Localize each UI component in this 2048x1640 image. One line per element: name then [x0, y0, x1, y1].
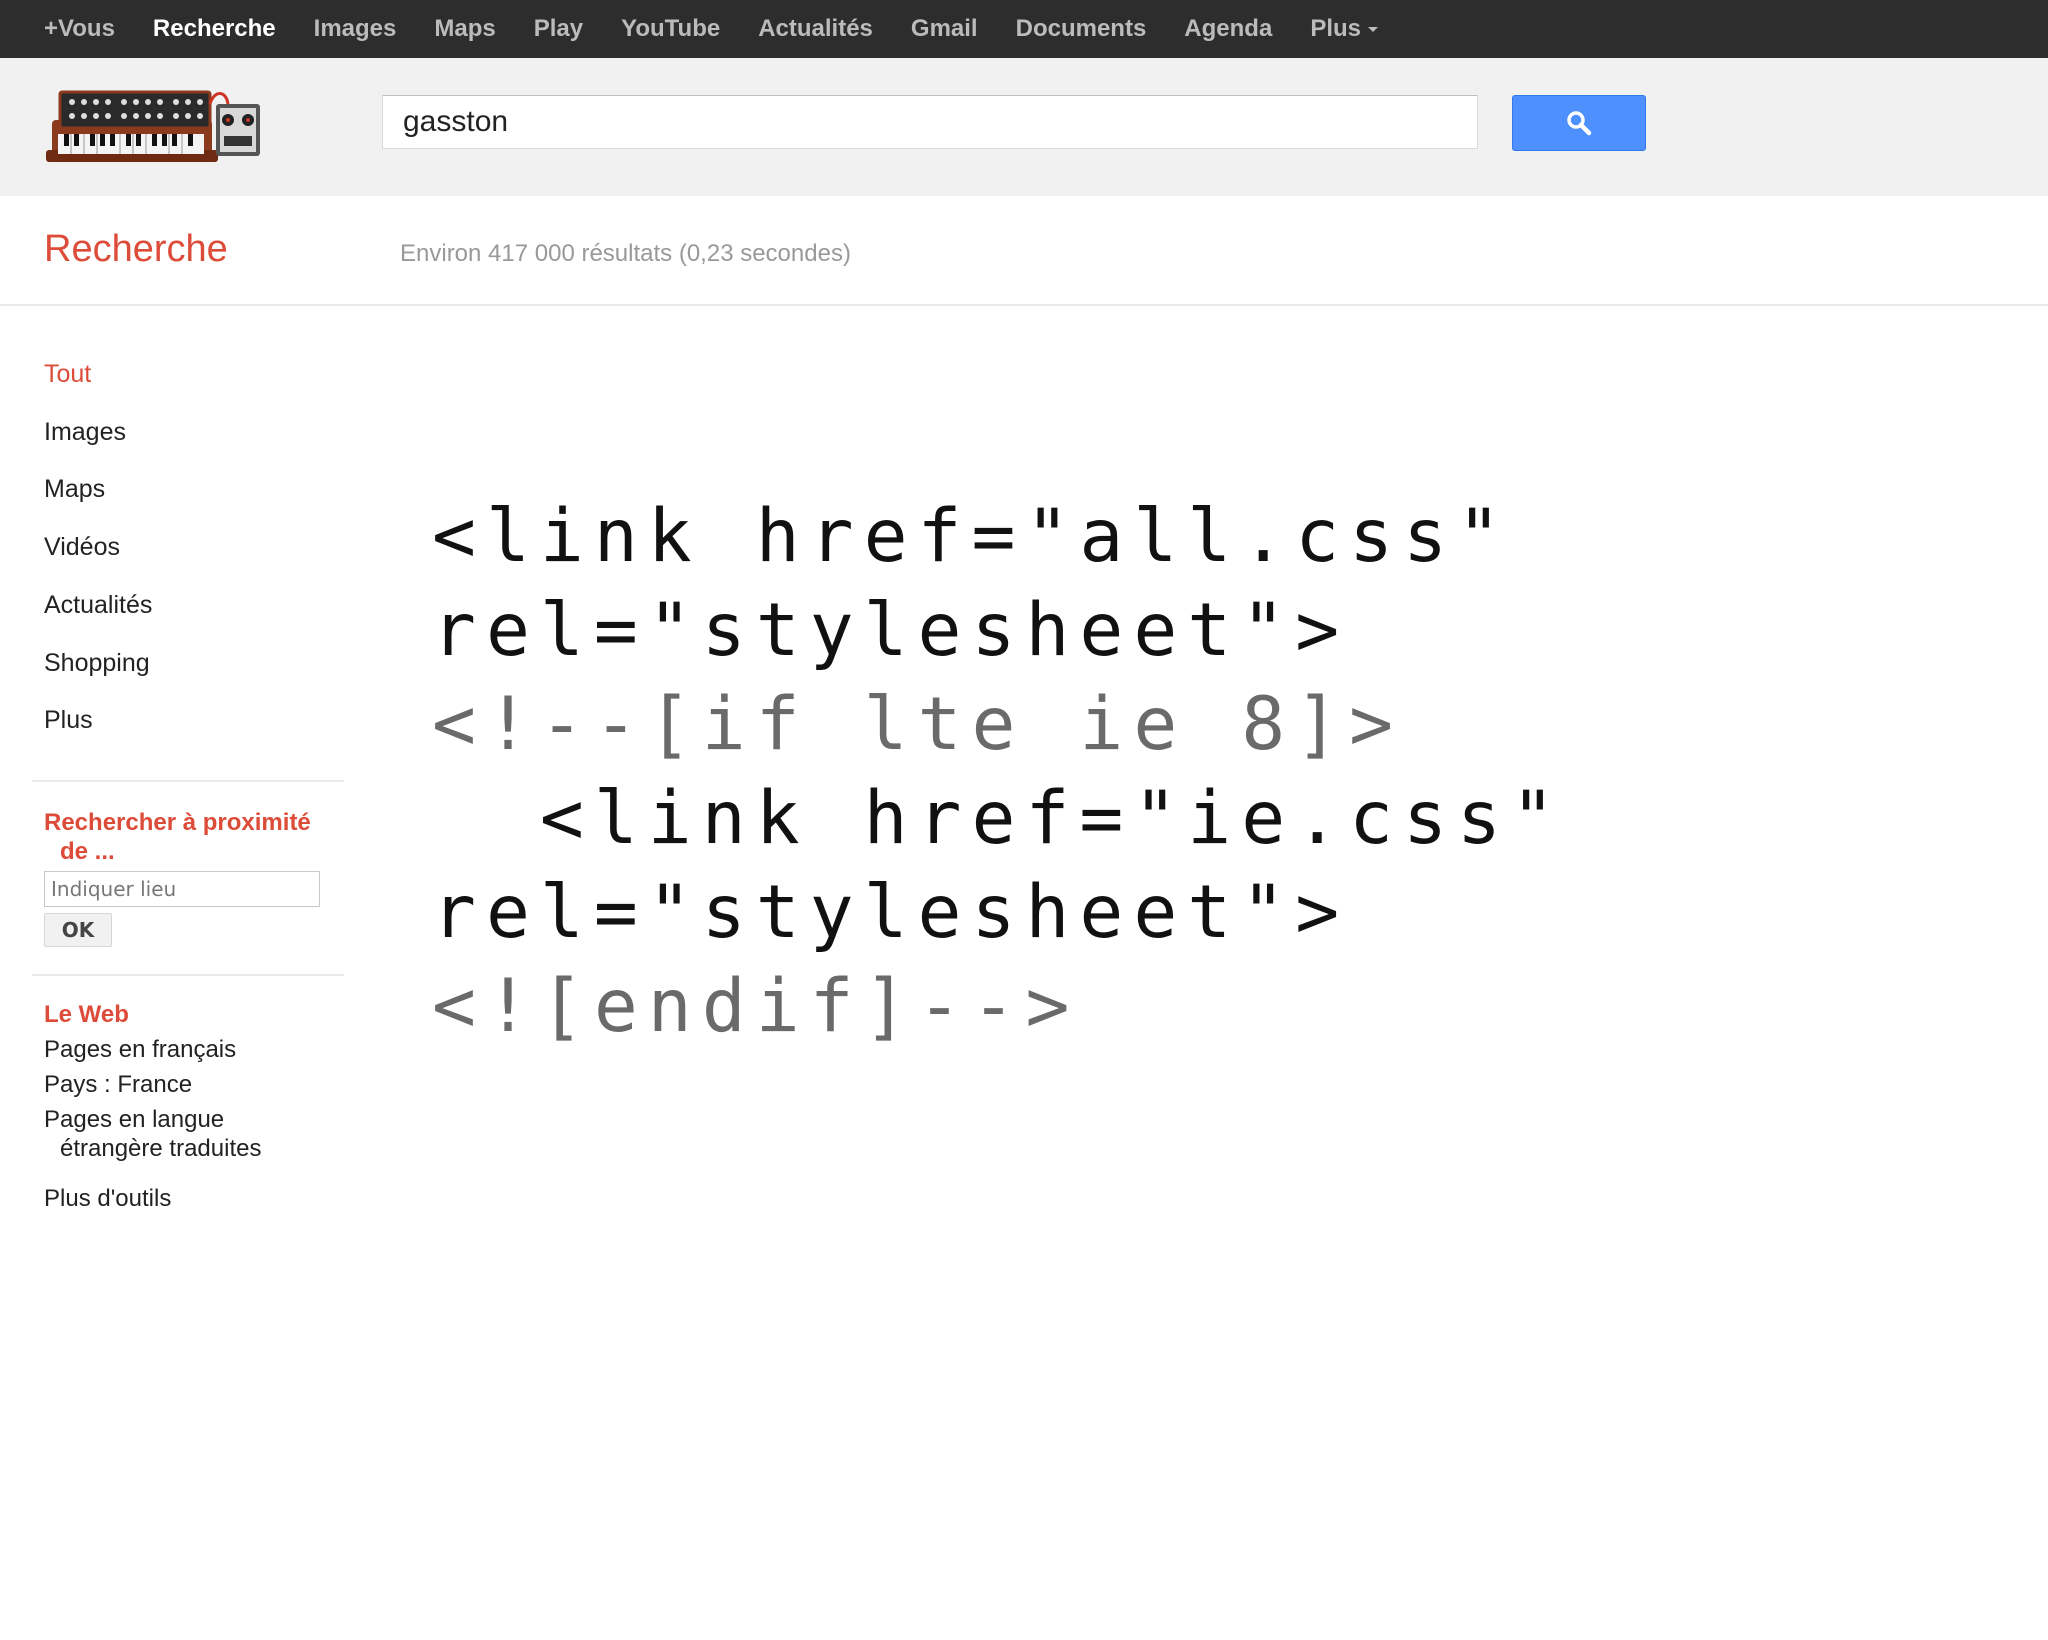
filter-pages-french[interactable]: Pages en français	[44, 1035, 236, 1064]
search-input[interactable]: gasston	[382, 95, 1478, 149]
code-line: <link href="all.css"	[432, 494, 1511, 579]
translated-line2: étrangère traduites	[60, 1135, 262, 1162]
location-input[interactable]: Indiquer lieu	[44, 871, 320, 907]
filter-translated-pages[interactable]: Pages en langue étrangère traduites	[44, 1105, 261, 1163]
location-ok-button[interactable]: OK	[44, 913, 112, 947]
result-stats: Environ 417 000 résultats (0,23 secondes…	[400, 240, 851, 267]
sidebar-item-plus[interactable]: Plus	[44, 706, 93, 735]
nav-documents[interactable]: Documents	[997, 0, 1166, 58]
nav-images[interactable]: Images	[295, 0, 416, 58]
section-title: Recherche	[44, 228, 228, 270]
top-nav-bar: +Vous Recherche Images Maps Play YouTube…	[0, 0, 2048, 58]
code-snippet: <link href="all.css" rel="stylesheet"> <!-…	[432, 490, 1565, 1054]
translated-line1: Pages en langue	[44, 1106, 225, 1133]
sidebar-item-images[interactable]: Images	[44, 418, 126, 447]
filter-country-france[interactable]: Pays : France	[44, 1070, 192, 1099]
code-line: rel="stylesheet">	[432, 870, 1350, 955]
sidebar-item-maps[interactable]: Maps	[44, 475, 105, 504]
nav-gmail[interactable]: Gmail	[892, 0, 997, 58]
code-line: <link href="ie.css"	[432, 776, 1565, 861]
results-header: Recherche Environ 417 000 résultats (0,2…	[0, 196, 2048, 306]
nav-agenda[interactable]: Agenda	[1165, 0, 1291, 58]
chevron-down-icon	[1368, 27, 1378, 33]
sidebar-divider	[32, 780, 344, 782]
sidebar-divider	[32, 974, 344, 976]
sidebar-item-shopping[interactable]: Shopping	[44, 649, 150, 678]
nearby-heading-line2: de ...	[60, 838, 115, 865]
more-tools-link[interactable]: Plus d'outils	[44, 1184, 171, 1213]
nav-plus-menu[interactable]: Plus	[1291, 0, 1397, 58]
web-filter-heading[interactable]: Le Web	[44, 1000, 129, 1029]
search-icon	[1567, 111, 1592, 136]
nav-recherche[interactable]: Recherche	[134, 0, 295, 58]
search-header: gasston	[0, 58, 2048, 196]
nearby-search-heading: Rechercher à proximité de ...	[44, 808, 311, 866]
doodle-logo[interactable]	[44, 84, 264, 166]
search-button[interactable]	[1512, 95, 1646, 151]
nav-actualites[interactable]: Actualités	[739, 0, 892, 58]
nav-play[interactable]: Play	[515, 0, 602, 58]
code-line-comment: <!--[if lte ie 8]>	[432, 682, 1404, 767]
nav-maps[interactable]: Maps	[415, 0, 514, 58]
sidebar-item-tout[interactable]: Tout	[44, 360, 91, 389]
nav-plus-label: Plus	[1310, 15, 1361, 42]
nav-youtube[interactable]: YouTube	[602, 0, 739, 58]
nearby-heading-line1: Rechercher à proximité	[44, 809, 311, 836]
nav-vous[interactable]: +Vous	[0, 0, 134, 58]
code-line: rel="stylesheet">	[432, 588, 1350, 673]
synthesizer-doodle-icon	[46, 90, 260, 162]
sidebar-item-actualites[interactable]: Actualités	[44, 591, 152, 620]
code-line-comment: <![endif]-->	[432, 964, 1080, 1049]
sidebar-item-videos[interactable]: Vidéos	[44, 533, 120, 562]
